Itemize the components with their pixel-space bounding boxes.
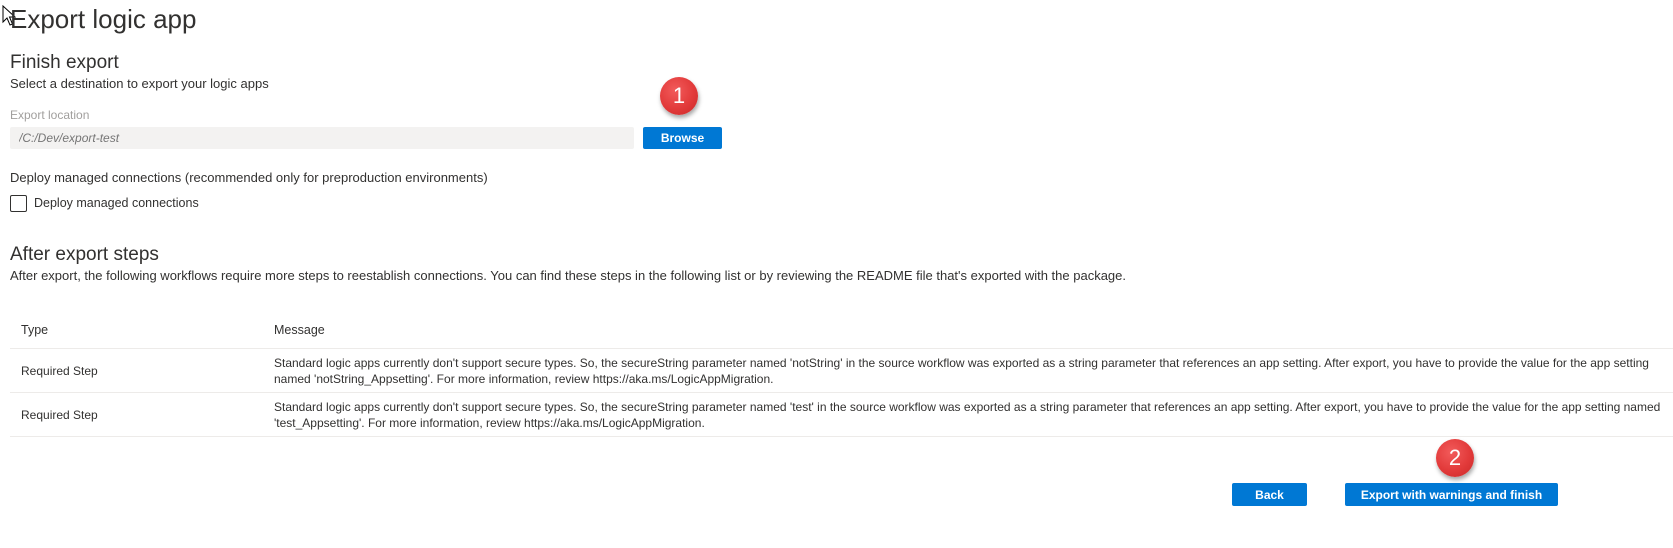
row-message: Standard logic apps currently don't supp… <box>263 392 1673 437</box>
after-export-description: After export, the following workflows re… <box>10 268 1127 283</box>
table-row[interactable]: Required Step Standard logic apps curren… <box>10 348 1673 393</box>
row-type: Required Step <box>10 348 263 393</box>
column-header-message: Message <box>263 312 1673 349</box>
export-with-warnings-button[interactable]: Export with warnings and finish <box>1345 483 1558 506</box>
export-location-label: Export location <box>10 108 90 122</box>
after-export-heading: After export steps <box>10 244 159 265</box>
deploy-managed-connections-checkbox[interactable] <box>10 195 27 212</box>
callout-badge-1: 1 <box>660 77 698 115</box>
table-header-row: Type Message <box>10 312 1673 349</box>
callout-badge-2: 2 <box>1436 439 1474 477</box>
after-export-steps-table: Type Message Required Step Standard logi… <box>10 312 1673 437</box>
finish-export-description: Select a destination to export your logi… <box>10 76 269 91</box>
callout-badge-2-number: 2 <box>1448 445 1462 470</box>
browse-button[interactable]: Browse <box>643 127 722 149</box>
callout-badge-1-number: 1 <box>672 83 686 108</box>
row-message: Standard logic apps currently don't supp… <box>263 348 1673 393</box>
table-row[interactable]: Required Step Standard logic apps curren… <box>10 392 1673 437</box>
finish-export-heading: Finish export <box>10 52 119 73</box>
row-type: Required Step <box>10 392 263 437</box>
managed-connections-description: Deploy managed connections (recommended … <box>10 170 488 185</box>
page-title: Export logic app <box>10 4 197 34</box>
deploy-managed-connections-label[interactable]: Deploy managed connections <box>34 196 199 210</box>
back-button[interactable]: Back <box>1232 483 1307 506</box>
column-header-type: Type <box>10 312 263 349</box>
export-location-input[interactable] <box>10 127 634 149</box>
